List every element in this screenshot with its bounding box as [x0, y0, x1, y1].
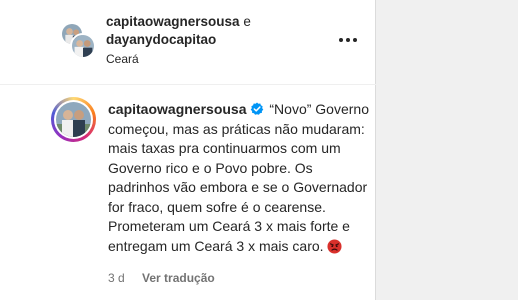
verified-badge-icon — [250, 102, 263, 115]
comment-avatar-image — [56, 102, 91, 137]
page-background — [376, 0, 518, 300]
comment-body: capitaowagnersousa “Novo” Governo começo… — [108, 100, 370, 256]
post-panel: capitaowagnersousa e dayanydocapitao Cea… — [0, 0, 376, 300]
avatar-author2[interactable] — [70, 33, 96, 59]
author1-username[interactable]: capitaowagnersousa — [106, 14, 240, 29]
collab-avatars[interactable] — [60, 22, 98, 60]
see-translation-button[interactable]: Ver tradução — [142, 271, 215, 285]
post-header: capitaowagnersousa e dayanydocapitao Cea… — [0, 0, 376, 85]
author2-username[interactable]: dayanydocapitao — [106, 32, 216, 47]
comment-timestamp[interactable]: 3 d — [108, 271, 125, 285]
comment-username[interactable]: capitaowagnersousa — [108, 101, 247, 117]
post-authors: capitaowagnersousa e dayanydocapitao — [106, 13, 251, 49]
comment-avatar[interactable] — [51, 97, 96, 142]
post-location[interactable]: Ceará — [106, 52, 139, 66]
authors-connector: e — [243, 14, 251, 29]
angry-face-emoji — [327, 238, 342, 254]
comment-meta: 3 d Ver tradução — [108, 271, 215, 285]
more-options-icon[interactable] — [336, 28, 360, 52]
comment-message: “Novo” Governo começou, mas as práticas … — [108, 101, 369, 254]
